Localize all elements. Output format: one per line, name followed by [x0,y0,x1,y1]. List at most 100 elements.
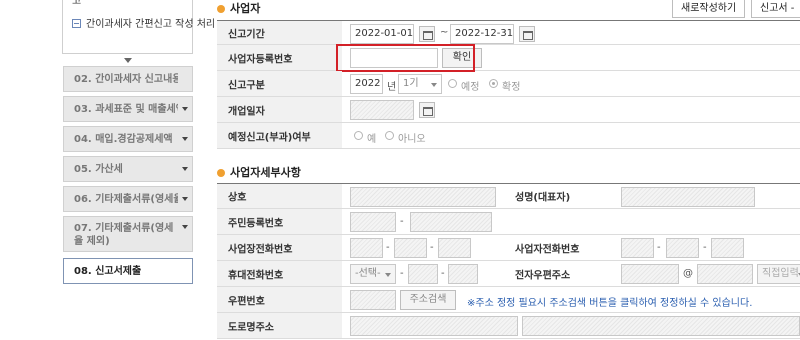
open-date-input [350,100,414,120]
biz-contact-1-input [621,238,654,258]
period-tilde: ~ [440,27,449,38]
radio-yes-label: 예 [367,134,377,145]
period-label: 신고기간 [228,29,265,40]
sidebar-item-05[interactable]: 05. 가산세 [63,156,193,182]
collapse-icon[interactable] [72,19,81,28]
trade-name-label: 상호 [228,192,247,204]
row-road-address: 도로명주소 [217,313,800,339]
zip-label: 우편번호 [228,296,265,307]
sidebar-item-label: 07. 기타제출서류(영세율 제외) [74,223,174,247]
row-reg-no: 사업자등록번호 확인 [217,45,800,71]
sidebar-item-label: 04. 매입.경감공제세액 [74,134,173,145]
email-label: 전자우편주소 [515,270,571,281]
reg-no-label: 사업자등록번호 [228,54,293,65]
sidebar-item-tail: 고 [72,0,82,7]
section-title-text: 사업자 [230,2,261,15]
row-open-date: 개업일자 [217,97,800,123]
radio-planned-label: 예정 [461,82,480,93]
radio-no-label: 아니오 [398,134,426,145]
sidebar-item-label: 05. 가산세 [74,164,123,175]
year-input[interactable]: 2022 [350,74,383,94]
chevron-down-icon [182,225,188,229]
calendar-icon[interactable] [419,26,435,42]
resident-no-first-input [350,212,396,232]
email-at: @ [683,268,693,279]
resident-no-label: 주민등록번호 [228,218,284,229]
row-zip: 우편번호 주소검색 ※주소 정정 필요시 주소검색 버튼을 클릭하여 정정하실 … [217,287,800,313]
sidebar-nav: 고 간이과세자 간편신고 작성 처리 02. 간이과세자 신고내용 03. 과세… [0,0,215,340]
down-arrow-icon [124,58,132,63]
year-unit: 년 [387,82,397,93]
sidebar-item-04[interactable]: 04. 매입.경감공제세액 [63,126,193,152]
biz-phone-label: 사업장전화번호 [228,244,293,255]
sidebar-item-08[interactable]: 08. 신고서제출 [63,258,193,284]
chevron-down-icon [182,107,188,111]
row-trade-name: 상호 성명(대표자) [217,183,800,209]
road-address-label: 도로명주소 [228,322,274,333]
sidebar-item-02[interactable]: 02. 간이과세자 신고내용 [63,66,193,92]
highlight-box [336,44,475,72]
ceo-name-label: 성명(대표자) [515,192,571,204]
section-title-detail: 사업자세부사항 [217,164,301,180]
bullet-icon [217,169,225,177]
resident-no-dash: - [400,216,404,227]
planned-tax-label: 예정신고(부과)여부 [228,132,311,143]
sidebar-subitem-label: 간이과세자 간편신고 작성 처리 [86,19,216,30]
road-address-detail-input [522,316,800,336]
period-start-input[interactable]: 2022-01-01 [350,24,414,44]
sidebar-item-label: 06. 기타제출서류(영세율 [74,194,178,205]
report-type-label: 신고구분 [228,80,265,91]
phone-dash: - [657,242,661,253]
radio-final-label: 확정 [502,82,521,93]
sidebar-item-label: 02. 간이과세자 신고내용 [74,74,178,85]
row-period: 신고기간 2022-01-01 ~ 2022-12-31 [217,20,800,45]
section-title-business: 사업자 [217,0,260,16]
radio-yes[interactable] [354,131,363,140]
sidebar-item-label: 08. 신고서제출 [74,266,142,277]
bullet-icon [217,5,225,13]
phone-dash: - [430,242,434,253]
radio-no[interactable] [385,131,394,140]
mobile-3-input [448,264,478,284]
calendar-icon[interactable] [519,26,535,42]
phone-dash: - [703,242,707,253]
calendar-icon[interactable] [419,102,435,118]
road-address-input [350,316,518,336]
biz-contact-2-input [666,238,699,258]
row-planned-tax: 예정신고(부과)여부 예 아니오 [217,123,800,149]
period-end-input[interactable]: 2022-12-31 [450,24,514,44]
biz-phone-1-input [350,238,383,258]
biz-phone-2-input [394,238,427,258]
term-select[interactable]: 1기 [398,74,442,94]
trade-name-input [350,187,496,207]
chevron-down-icon [182,137,188,141]
biz-contact-label: 사업자전화번호 [515,244,580,255]
radio-final[interactable] [489,79,498,88]
row-resident-no: 주민등록번호 - [217,209,800,235]
row-mobile-email: 휴대전화번호 -선택- - - 전자우편주소 @ 직접입력 [217,261,800,287]
chevron-down-icon [182,197,188,201]
row-report-type: 신고구분 2022 년 1기 예정 확정 [217,71,800,97]
mobile-prefix-select: -선택- [350,264,396,284]
biz-phone-3-input [438,238,471,258]
sidebar-item-03[interactable]: 03. 과세표준 및 매출세액 [63,96,193,122]
mobile-2-input [408,264,438,284]
sidebar-item-06[interactable]: 06. 기타제출서류(영세율 [63,186,193,212]
sidebar-expanded-group: 고 간이과세자 간편신고 작성 처리 [62,0,215,54]
sidebar-item-07[interactable]: 07. 기타제출서류(영세율 제외) [63,216,193,252]
phone-dash: - [400,268,404,279]
email-id-input [621,264,679,284]
phone-dash: - [386,242,390,253]
radio-planned[interactable] [448,79,457,88]
chevron-down-icon [182,167,188,171]
new-write-button[interactable]: 새로작성하기 [672,0,746,18]
address-search-button[interactable]: 주소검색 [400,290,456,310]
row-phones: 사업장전화번호 - - 사업자전화번호 - - [217,235,800,261]
address-hint: ※주소 정정 필요시 주소검색 버튼을 클릭하여 정정하실 수 있습니다. [467,298,753,309]
mobile-label: 휴대전화번호 [228,270,284,281]
sidebar-item-label: 03. 과세표준 및 매출세액 [74,104,178,115]
report-button[interactable]: 신고서 - [751,0,800,18]
biz-contact-3-input [711,238,744,258]
section-title-text: 사업자세부사항 [230,166,301,179]
phone-dash: - [441,268,445,279]
